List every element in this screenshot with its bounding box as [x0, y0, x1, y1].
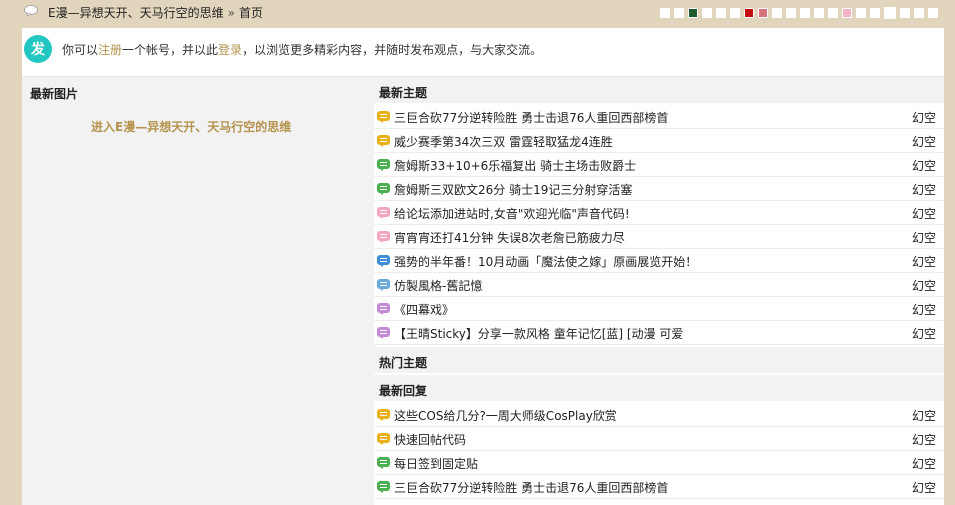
- topic-author-link[interactable]: 幻空: [912, 181, 936, 198]
- notice-suffix: ，以浏览更多精彩内容，并随时发布观点，与大家交流。: [242, 43, 543, 57]
- topic-bubble-icon: [377, 159, 391, 171]
- notice-mid: 一个帐号，并以此: [122, 43, 219, 57]
- topic-author-link[interactable]: 幻空: [912, 253, 936, 270]
- theme-swatch[interactable]: [716, 8, 726, 18]
- register-notice: 发 你可以注册一个帐号，并以此登录，以浏览更多精彩内容，并随时发布观点，与大家交…: [22, 28, 944, 77]
- topic-bubble-icon: [377, 207, 391, 219]
- topic-bubble-icon: [377, 135, 391, 147]
- topic-row[interactable]: 这些COS给几分?一周大师级CosPlay欣赏 幻空: [374, 403, 944, 427]
- theme-swatch[interactable]: [730, 8, 740, 18]
- topic-author-link[interactable]: 幻空: [912, 431, 936, 448]
- latest-replies-heading: 最新回复: [374, 375, 944, 401]
- topic-bubble-icon: [377, 231, 391, 243]
- topic-title-link[interactable]: 詹姆斯33+10+6乐福复出 骑士主场击败爵士: [394, 157, 636, 174]
- theme-swatch[interactable]: [928, 8, 938, 18]
- latest-topics-heading: 最新主题: [374, 77, 944, 103]
- topic-title-link[interactable]: 三巨合砍77分逆转险胜 勇士击退76人重回西部榜首: [394, 109, 668, 126]
- topic-title-link[interactable]: 三巨合砍77分逆转险胜 勇士击退76人重回西部榜首: [394, 479, 668, 496]
- topic-row[interactable]: 宵宵宵还打41分钟 失误8次老詹已筋疲力尽 幻空: [374, 225, 944, 249]
- theme-swatch[interactable]: [842, 8, 852, 18]
- topic-author-link[interactable]: 幻空: [912, 407, 936, 424]
- breadcrumb-current[interactable]: 首页: [239, 6, 263, 20]
- topic-row[interactable]: 《四幕戏》 幻空: [374, 297, 944, 321]
- topic-author-link[interactable]: 幻空: [912, 301, 936, 318]
- notice-text: 你可以注册一个帐号，并以此登录，以浏览更多精彩内容，并随时发布观点，与大家交流。: [62, 41, 542, 58]
- topic-row[interactable]: 三巨合砍77分逆转险胜 勇士击退76人重回西部榜首 幻空: [374, 475, 944, 499]
- theme-swatch[interactable]: [814, 8, 824, 18]
- notice-prefix: 你可以: [62, 43, 99, 57]
- topic-row[interactable]: 三巨合砍77分逆转险胜 勇士击退76人重回西部榜首 幻空: [374, 105, 944, 129]
- theme-swatch[interactable]: [870, 8, 880, 18]
- chat-bubble-icon[interactable]: [24, 5, 38, 17]
- top-bar: E漫—异想天开、天马行空的思维» 首页: [0, 0, 955, 26]
- latest-images-panel: 最新图片 进入E漫—异想天开、天马行空的思维: [22, 77, 372, 505]
- topic-bubble-icon: [377, 111, 391, 123]
- topic-row[interactable]: 詹姆斯三双欧文26分 骑士19记三分射穿活塞 幻空: [374, 177, 944, 201]
- topic-title-link[interactable]: 强势的半年番！10月动画「魔法使之嫁」原画展览开始！: [394, 253, 697, 270]
- topic-row[interactable]: 仿製風格-舊記憶 幻空: [374, 273, 944, 297]
- topic-author-link[interactable]: 幻空: [912, 109, 936, 126]
- topic-title-link[interactable]: 詹姆斯三双欧文26分 骑士19记三分射穿活塞: [394, 181, 632, 198]
- topic-author-link[interactable]: 幻空: [912, 455, 936, 472]
- topic-title-link[interactable]: 给论坛添加进站时,女音"欢迎光临"声音代码!: [394, 205, 630, 222]
- register-link[interactable]: 注册: [98, 43, 122, 57]
- theme-swatch[interactable]: [884, 7, 896, 19]
- topic-row[interactable]: 快速回帖代码 幻空: [374, 427, 944, 451]
- topic-row[interactable]: 每日签到固定贴 幻空: [374, 451, 944, 475]
- topic-author-link[interactable]: 幻空: [912, 325, 936, 342]
- topic-bubble-icon: [377, 255, 391, 267]
- theme-swatch[interactable]: [900, 8, 910, 18]
- topic-bubble-icon: [377, 303, 391, 315]
- theme-swatch[interactable]: [914, 8, 924, 18]
- main-content: 最新图片 进入E漫—异想天开、天马行空的思维 最新主题 三巨合砍77分逆转险胜 …: [22, 77, 944, 505]
- theme-swatch[interactable]: [744, 8, 754, 18]
- topic-title-link[interactable]: 每日签到固定贴: [394, 455, 478, 472]
- topic-bubble-icon: [377, 433, 391, 445]
- theme-swatch[interactable]: [702, 8, 712, 18]
- hot-topics-heading: 热门主题: [374, 347, 944, 373]
- theme-swatch[interactable]: [688, 8, 698, 18]
- topic-author-link[interactable]: 幻空: [912, 205, 936, 222]
- theme-swatch[interactable]: [772, 8, 782, 18]
- breadcrumb-separator: »: [227, 6, 235, 20]
- theme-swatch[interactable]: [674, 8, 684, 18]
- theme-swatch[interactable]: [800, 8, 810, 18]
- topic-author-link[interactable]: 幻空: [912, 277, 936, 294]
- topic-title-link[interactable]: 《四幕戏》: [394, 301, 454, 318]
- topic-title-link[interactable]: 这些COS给几分?一周大师级CosPlay欣赏: [394, 407, 617, 424]
- topic-row[interactable]: 【王晴Sticky】分享一款风格 童年记忆[蓝] [动漫 可爱 幻空: [374, 321, 944, 345]
- topic-row[interactable]: 给论坛添加进站时,女音"欢迎光临"声音代码! 幻空: [374, 201, 944, 225]
- topic-bubble-icon: [377, 481, 391, 493]
- theme-swatch[interactable]: [786, 8, 796, 18]
- theme-swatches: [660, 7, 938, 19]
- topic-author-link[interactable]: 幻空: [912, 479, 936, 496]
- breadcrumb: E漫—异想天开、天马行空的思维» 首页: [48, 4, 263, 21]
- post-badge-icon[interactable]: 发: [24, 35, 52, 63]
- topic-title-link[interactable]: 【王晴Sticky】分享一款风格 童年记忆[蓝] [动漫 可爱: [394, 325, 683, 342]
- topics-panel: 最新主题 三巨合砍77分逆转险胜 勇士击退76人重回西部榜首 幻空 威少赛季第34次…: [374, 77, 944, 505]
- breadcrumb-site-link[interactable]: E漫—异想天开、天马行空的思维: [48, 6, 224, 20]
- topic-bubble-icon: [377, 457, 391, 469]
- theme-swatch[interactable]: [856, 8, 866, 18]
- topic-bubble-icon: [377, 279, 391, 291]
- topic-title-link[interactable]: 仿製風格-舊記憶: [394, 277, 482, 294]
- topic-row[interactable]: 强势的半年番！10月动画「魔法使之嫁」原画展览开始！ 幻空: [374, 249, 944, 273]
- topic-author-link[interactable]: 幻空: [912, 157, 936, 174]
- topic-bubble-icon: [377, 327, 391, 339]
- login-link[interactable]: 登录: [218, 43, 242, 57]
- topic-author-link[interactable]: 幻空: [912, 229, 936, 246]
- topic-bubble-icon: [377, 183, 391, 195]
- topic-title-link[interactable]: 宵宵宵还打41分钟 失误8次老詹已筋疲力尽: [394, 229, 625, 246]
- topic-row[interactable]: 威少赛季第34次三双 雷霆轻取猛龙4连胜 幻空: [374, 129, 944, 153]
- topic-bubble-icon: [377, 409, 391, 421]
- latest-images-heading: 最新图片: [30, 87, 79, 101]
- topic-title-link[interactable]: 威少赛季第34次三双 雷霆轻取猛龙4连胜: [394, 133, 613, 150]
- topic-row[interactable]: 詹姆斯33+10+6乐福复出 骑士主场击败爵士 幻空: [374, 153, 944, 177]
- theme-swatch[interactable]: [660, 8, 670, 18]
- topic-title-link[interactable]: 快速回帖代码: [394, 431, 466, 448]
- theme-swatch[interactable]: [828, 8, 838, 18]
- theme-swatch[interactable]: [758, 8, 768, 18]
- topic-author-link[interactable]: 幻空: [912, 133, 936, 150]
- enter-forum-link[interactable]: 进入E漫—异想天开、天马行空的思维: [91, 118, 291, 135]
